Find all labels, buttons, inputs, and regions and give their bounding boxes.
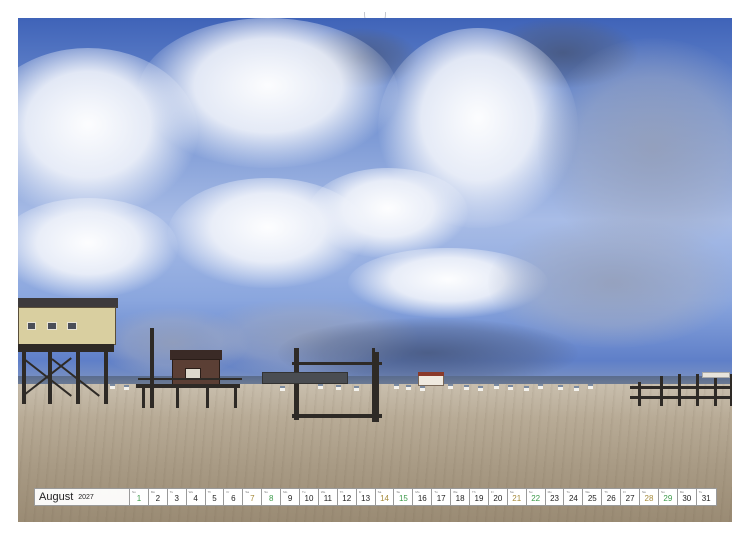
day-number: 22 <box>531 494 541 503</box>
day-number: 12 <box>342 494 352 503</box>
calendar-day-11: We 11 <box>318 489 338 505</box>
day-number: 26 <box>606 494 616 503</box>
calendar-day-25: We 25 <box>583 489 603 505</box>
beach-chair <box>558 385 563 390</box>
day-number: 3 <box>174 494 179 503</box>
fence-right <box>630 372 732 408</box>
calendar-day-23: Mo 23 <box>545 489 565 505</box>
day-number: 19 <box>474 494 484 503</box>
cloud <box>18 198 178 298</box>
stilt-house-left <box>18 298 118 408</box>
calendar-day-7: Sa 7 <box>243 489 263 505</box>
month-label: August 2027 <box>35 489 130 505</box>
beach-chair <box>280 386 285 391</box>
calendar-day-4: We 4 <box>186 489 206 505</box>
month-year: 2027 <box>78 493 94 501</box>
calendar-day-13: Fr 13 <box>356 489 376 505</box>
day-number: 6 <box>231 494 236 503</box>
day-number: 7 <box>250 494 255 503</box>
calendar-day-28: Sa 28 <box>640 489 659 505</box>
calendar-day-30: Mo 30 <box>677 489 697 505</box>
beach-chair <box>574 386 579 391</box>
beach-chair <box>420 386 425 391</box>
month-name: August <box>39 491 74 503</box>
day-number: 2 <box>155 494 161 503</box>
beach-chair <box>494 384 499 389</box>
calendar-day-9: Mo 9 <box>281 489 301 505</box>
calendar-day-31: Tu 31 <box>696 489 716 505</box>
beach-chair <box>110 384 115 389</box>
beach-chair <box>508 385 513 390</box>
cloud <box>138 18 398 168</box>
day-number: 24 <box>568 494 578 503</box>
calendar-day-15: Su 15 <box>394 489 414 505</box>
calendar-day-19: Th 19 <box>470 489 489 505</box>
calendar-day-2: Mo 2 <box>148 489 168 505</box>
beach-chair <box>448 384 453 389</box>
day-number: 15 <box>398 494 408 503</box>
day-number: 20 <box>493 494 503 503</box>
calendar-day-20: Fr 20 <box>488 489 508 505</box>
day-number: 25 <box>587 494 597 503</box>
day-number: 23 <box>550 494 559 503</box>
day-number: 4 <box>193 494 198 503</box>
day-cells: Su 1 Mo 2 Tu 3 We 4 Th 5 Fr 6 Sa 7 Su 8 Mo 9 Tu 10 We 11 Th 12 F… <box>130 489 716 505</box>
calendar-day-29: Su 29 <box>658 489 678 505</box>
beach-chair <box>538 384 543 389</box>
beach-hut <box>136 328 246 408</box>
calendar-day-10: Tu 10 <box>300 489 319 505</box>
day-number: 16 <box>417 494 427 503</box>
calendar-day-6: Fr 6 <box>224 489 244 505</box>
day-number: 5 <box>212 494 217 503</box>
calendar-day-8: Su 8 <box>262 489 282 505</box>
calendar-day-26: Th 26 <box>602 489 622 505</box>
day-number: 28 <box>644 494 654 503</box>
distant-house <box>418 372 444 386</box>
day-number: 10 <box>304 494 314 503</box>
beach-chair <box>478 386 483 391</box>
calendar-day-24: Tu 24 <box>564 489 584 505</box>
calendar-day-3: Tu 3 <box>167 489 187 505</box>
beach-chair <box>124 385 129 390</box>
month-calendar-strip: August 2027 Su 1 Mo 2 Tu 3 We 4 Th 5 Fr 6 Sa 7 Su 8 Mo 9 T… <box>34 488 717 506</box>
calendar-day-17: Tu 17 <box>432 489 452 505</box>
day-number: 31 <box>701 494 711 503</box>
day-number: 21 <box>512 494 522 503</box>
day-number: 14 <box>380 494 389 503</box>
day-number: 11 <box>323 494 332 503</box>
day-number: 18 <box>455 494 465 503</box>
calendar-day-22: Su 22 <box>526 489 546 505</box>
day-number: 29 <box>663 494 673 503</box>
day-number: 17 <box>436 494 446 503</box>
calendar-day-21: Sa 21 <box>507 489 527 505</box>
calendar-day-27: Fr 27 <box>621 489 641 505</box>
calendar-day-1: Su 1 <box>130 489 149 505</box>
beach-chair <box>394 384 399 389</box>
beach-chair <box>336 385 341 390</box>
beach-photo: August 2027 Su 1 Mo 2 Tu 3 We 4 Th 5 Fr 6 Sa 7 Su 8 Mo 9 T… <box>18 18 732 522</box>
day-number: 30 <box>682 494 692 503</box>
calendar-day-18: We 18 <box>451 489 471 505</box>
beach-chair <box>464 385 469 390</box>
beach-chair <box>524 386 529 391</box>
calendar-day-16: Mo 16 <box>413 489 433 505</box>
beach-chair <box>588 384 593 389</box>
day-number: 13 <box>361 494 371 503</box>
calendar-day-12: Th 12 <box>337 489 357 505</box>
distant-building <box>262 372 348 384</box>
calendar-day-5: Th 5 <box>205 489 225 505</box>
beach-chair <box>354 386 359 391</box>
beach-chair <box>318 384 323 389</box>
day-number: 27 <box>625 494 635 503</box>
day-number: 9 <box>287 494 293 503</box>
calendar-day-14: Sa 14 <box>375 489 395 505</box>
cloud <box>308 168 468 258</box>
beach-chair <box>406 385 411 390</box>
day-number: 8 <box>268 494 274 503</box>
day-number: 1 <box>136 494 142 503</box>
